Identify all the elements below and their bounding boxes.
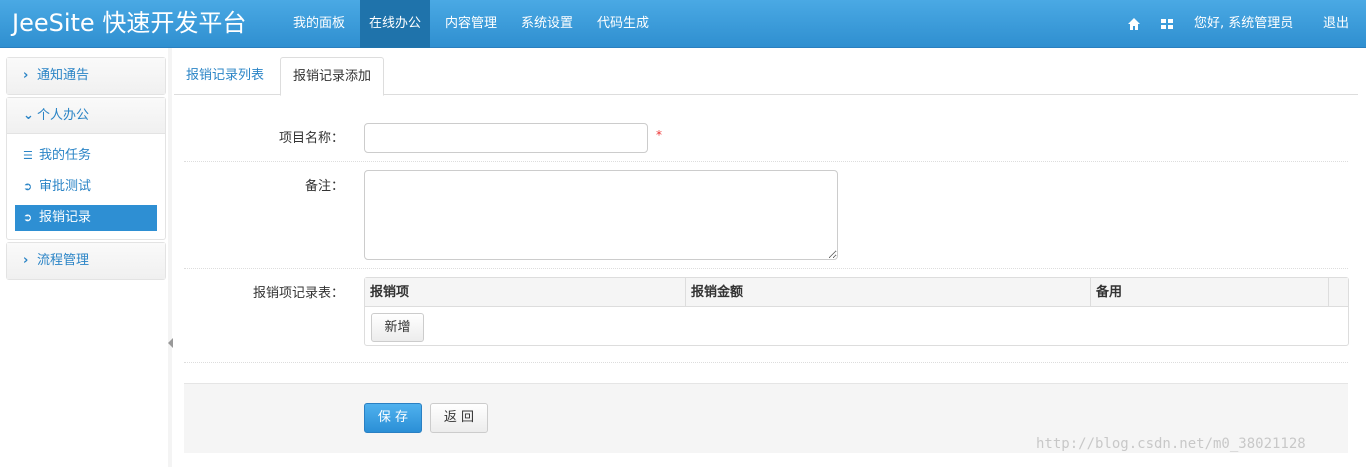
- sidebar-item-label: 我的任务: [39, 148, 92, 163]
- nav-item-online-office[interactable]: 在线办公: [360, 0, 431, 48]
- sidebar-item-label: 审批测试: [39, 179, 92, 194]
- sidebar-group-label: 流程管理: [37, 253, 90, 268]
- sidebar-group-workflow[interactable]: › 流程管理: [6, 242, 166, 280]
- table-header-item: 报销项: [365, 278, 686, 307]
- watermark: http://blog.csdn.net/m0_38021128: [1036, 436, 1306, 452]
- sidebar-group-personal[interactable]: ⌄ 个人办公 ☰ 我的任务 ➲ 审批测试 ➲ 报销记录: [6, 97, 166, 240]
- sidebar-item-approval-test[interactable]: ➲ 审批测试: [15, 174, 157, 200]
- remark-textarea[interactable]: [364, 170, 838, 260]
- remark-label: 备注：: [304, 179, 344, 194]
- chevron-right-icon: ›: [23, 68, 29, 83]
- tab-expense-list[interactable]: 报销记录列表: [174, 57, 276, 95]
- tab-bar: 报销记录列表 报销记录添加: [174, 56, 1358, 96]
- sidebar-group-label: 个人办公: [37, 108, 90, 123]
- collapse-arrow-icon[interactable]: [168, 338, 173, 348]
- brand-title[interactable]: JeeSite 快速开发平台: [12, 6, 246, 40]
- circle-arrow-icon: ➲: [23, 211, 33, 224]
- logout-link[interactable]: 退出: [1323, 0, 1349, 48]
- circle-arrow-icon: ➲: [23, 180, 33, 193]
- grid-icon[interactable]: [1160, 0, 1174, 48]
- list-icon: ☰: [23, 149, 33, 162]
- sidebar-group-notice[interactable]: › 通知通告: [6, 57, 166, 95]
- expense-items-label: 报销项记录表：: [252, 286, 344, 301]
- sidebar-item-my-tasks[interactable]: ☰ 我的任务: [15, 143, 157, 169]
- expense-items-table: 报销项 报销金额 备用 新增: [364, 277, 1349, 346]
- save-button[interactable]: 保 存: [364, 403, 422, 433]
- add-row-button[interactable]: 新增: [371, 313, 424, 342]
- back-button[interactable]: 返 回: [430, 403, 488, 433]
- row-divider: [184, 362, 1348, 363]
- top-navbar: JeeSite 快速开发平台 我的面板 在线办公 内容管理 系统设置 代码生成 …: [0, 0, 1366, 48]
- sidebar-item-label: 报销记录: [39, 210, 92, 225]
- nav-item-content[interactable]: 内容管理: [436, 0, 506, 48]
- row-divider: [184, 268, 1348, 269]
- project-name-label: 项目名称：: [278, 131, 344, 146]
- table-header-spare: 备用: [1091, 278, 1329, 307]
- sidebar-splitter[interactable]: [168, 48, 172, 467]
- nav-item-settings[interactable]: 系统设置: [512, 0, 582, 48]
- project-name-input[interactable]: [364, 123, 648, 153]
- user-greeting[interactable]: 您好, 系统管理员: [1194, 0, 1293, 48]
- required-mark: *: [656, 128, 662, 142]
- nav-item-codegen[interactable]: 代码生成: [588, 0, 658, 48]
- sidebar-item-expense-records[interactable]: ➲ 报销记录: [15, 205, 157, 231]
- sidebar-group-label: 通知通告: [37, 68, 90, 83]
- table-header-amount: 报销金额: [686, 278, 1091, 307]
- table-header-row: 报销项 报销金额 备用: [365, 278, 1348, 307]
- home-icon[interactable]: [1127, 0, 1141, 48]
- row-divider: [184, 161, 1348, 162]
- tab-expense-add[interactable]: 报销记录添加: [280, 57, 385, 96]
- nav-item-dashboard[interactable]: 我的面板: [284, 0, 354, 48]
- chevron-down-icon: ⌄: [23, 108, 34, 123]
- chevron-right-icon: ›: [23, 253, 29, 268]
